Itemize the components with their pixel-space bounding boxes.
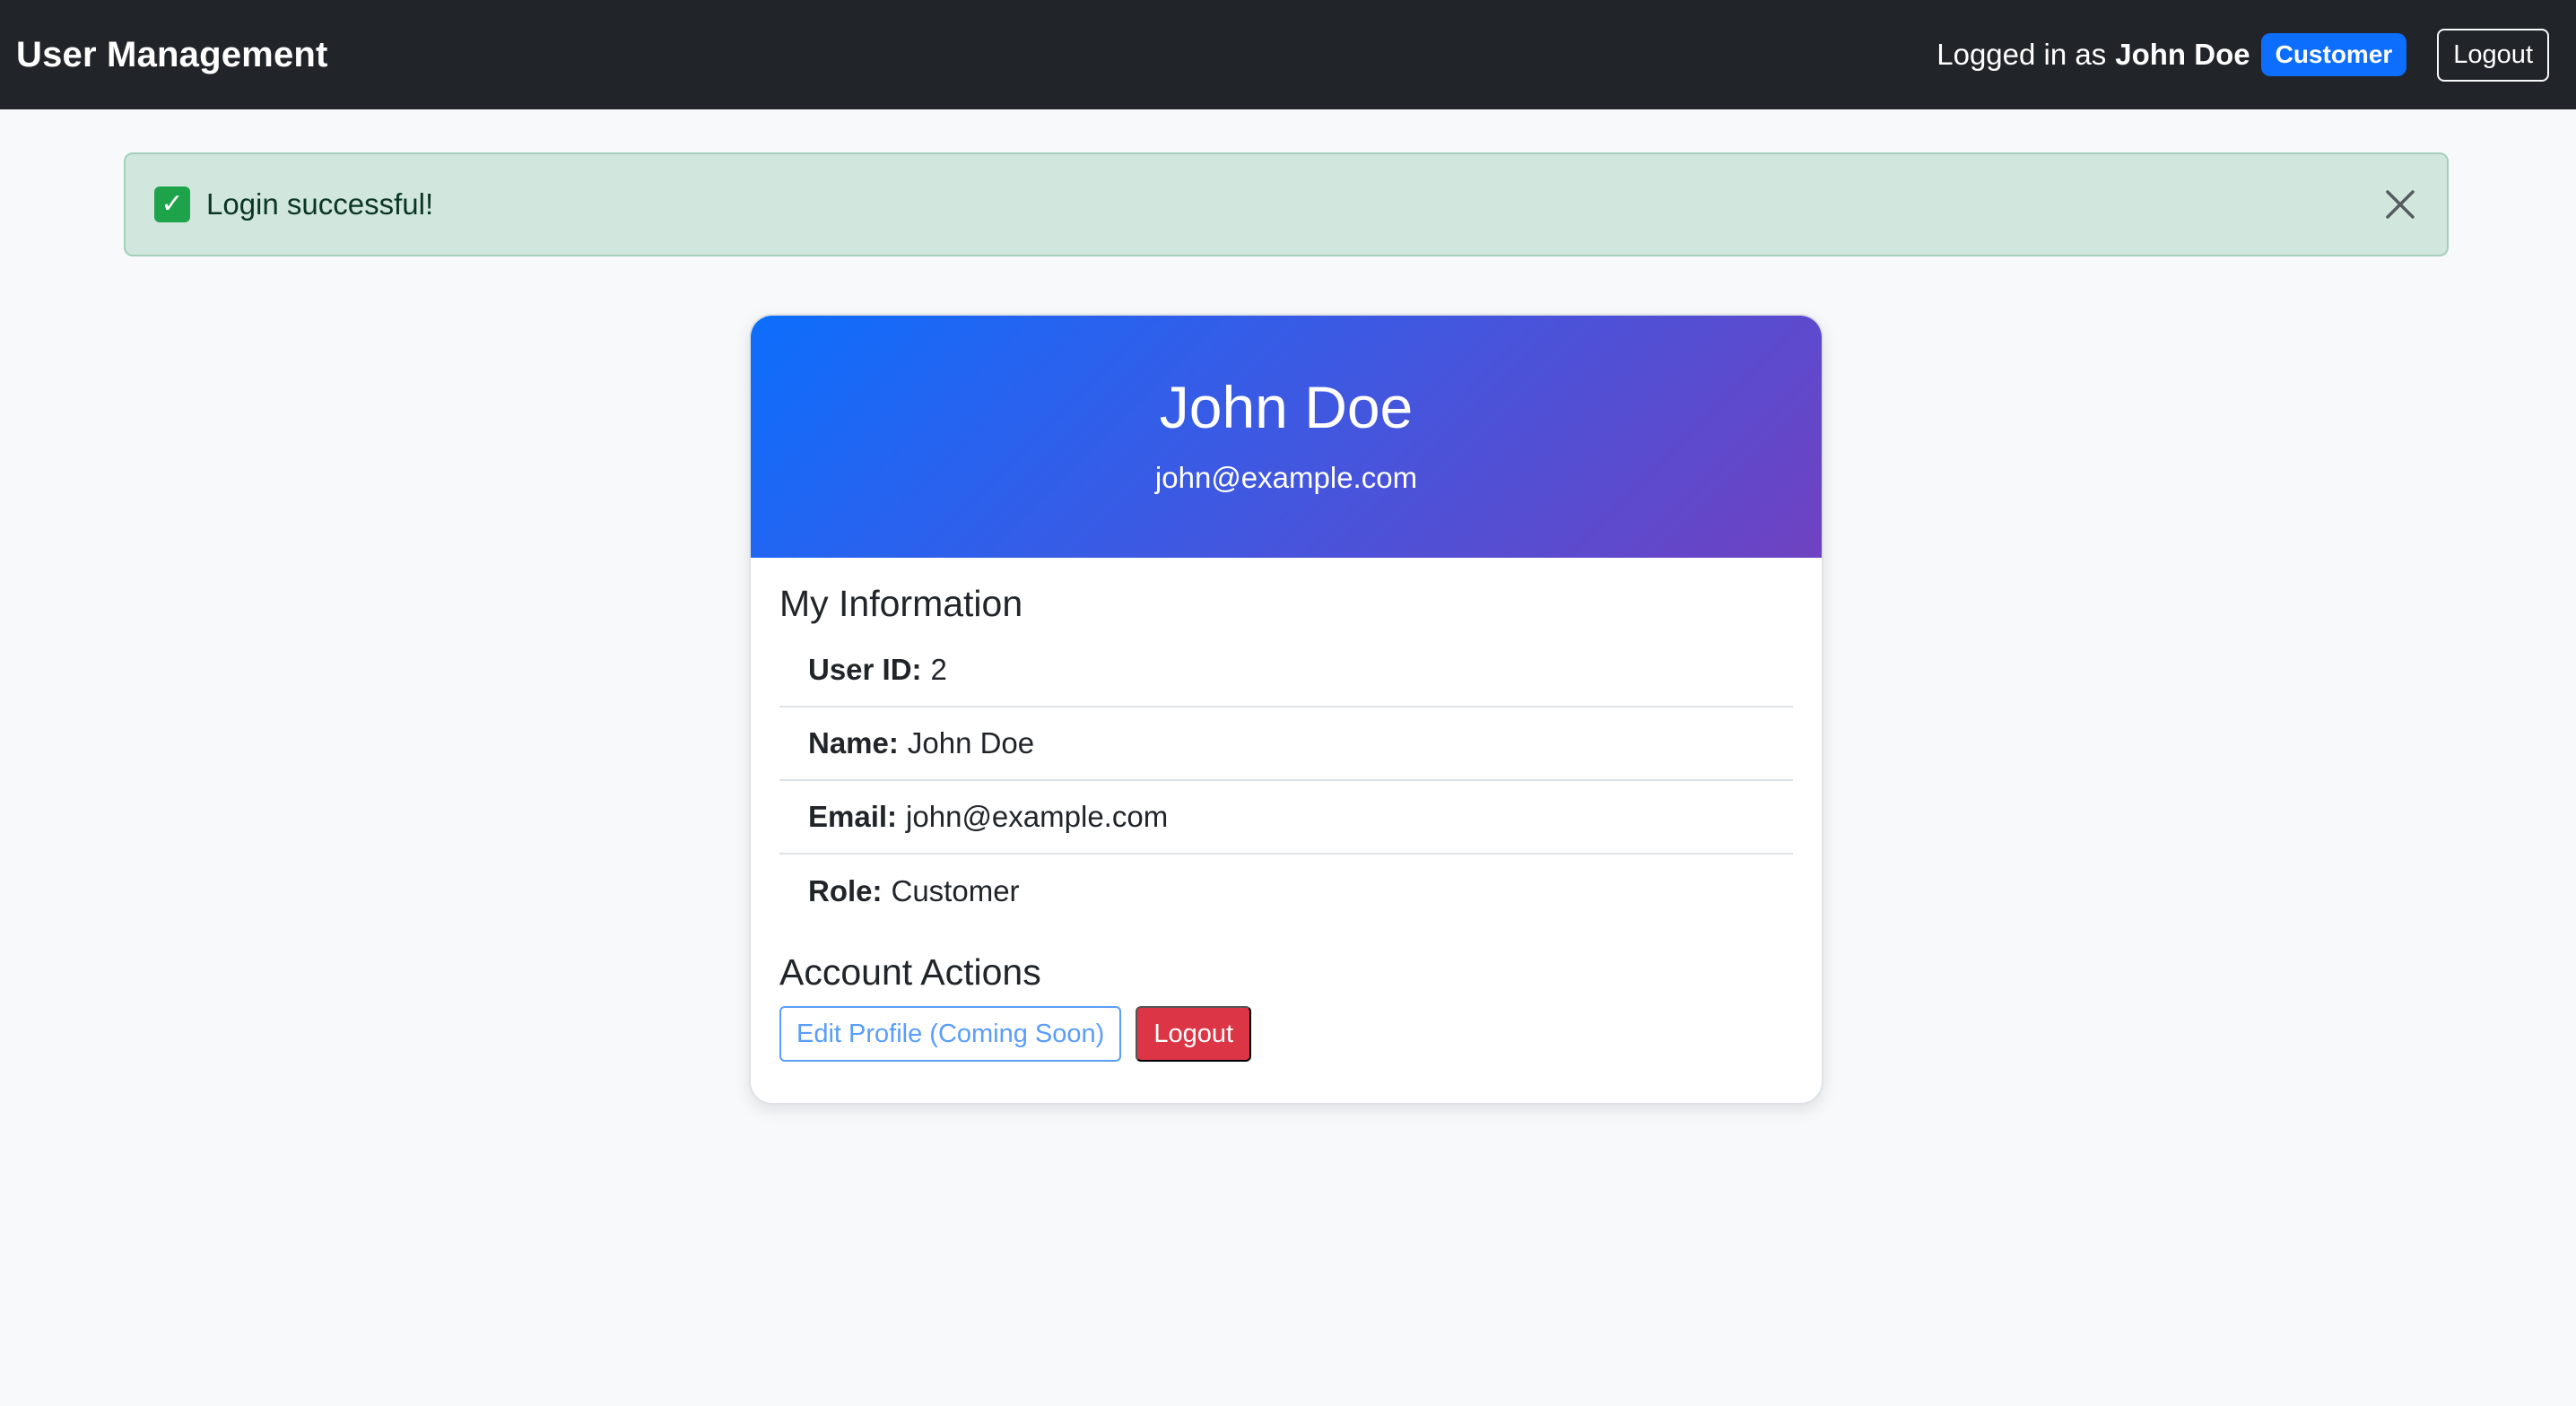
alert-message: Login successful! <box>206 187 434 221</box>
app-brand[interactable]: User Management <box>16 35 328 75</box>
logged-in-text: Logged in as John Doe Customer <box>1936 33 2407 76</box>
info-value: John Doe <box>907 726 1035 759</box>
info-label: Name: <box>808 726 899 759</box>
info-value: Customer <box>891 874 1020 907</box>
info-item-role: Role: Customer <box>779 855 1793 928</box>
info-label: Role: <box>808 874 883 907</box>
profile-card: John Doe john@example.com My Information… <box>749 314 1823 1105</box>
profile-email: john@example.com <box>1154 461 1418 494</box>
info-list: User ID: 2 Name: John Doe Email: john@ex… <box>779 634 1793 928</box>
profile-name: John Doe <box>1159 374 1414 440</box>
account-actions: Edit Profile (Coming Soon) Logout <box>779 1006 1793 1062</box>
navbar-logout-button[interactable]: Logout <box>2437 28 2549 82</box>
logged-in-prefix: Logged in as <box>1936 38 2107 71</box>
role-badge: Customer <box>2260 33 2407 76</box>
success-alert: ✓ Login successful! <box>124 152 2449 256</box>
info-item-user-id: User ID: 2 <box>779 634 1793 707</box>
info-label: User ID: <box>808 653 922 686</box>
profile-card-body: My Information User ID: 2 Name: John Doe… <box>751 558 1822 1062</box>
info-value: john@example.com <box>906 800 1169 833</box>
check-mark-icon: ✓ <box>154 187 190 222</box>
profile-card-header: John Doe john@example.com <box>751 316 1822 558</box>
logout-button[interactable]: Logout <box>1136 1006 1252 1062</box>
info-label: Email: <box>808 800 898 833</box>
my-information-heading: My Information <box>779 583 1023 624</box>
top-navbar: User Management Logged in as John Doe Cu… <box>0 0 2576 109</box>
edit-profile-button[interactable]: Edit Profile (Coming Soon) <box>779 1006 1122 1062</box>
navbar-user-area: Logged in as John Doe Customer Logout <box>1936 28 2549 82</box>
info-value: 2 <box>930 653 947 686</box>
info-item-email: Email: john@example.com <box>779 781 1793 855</box>
close-icon[interactable] <box>2380 185 2420 224</box>
account-actions-heading: Account Actions <box>779 951 1041 993</box>
logged-in-user-name: John Doe <box>2115 38 2250 71</box>
info-item-name: Name: John Doe <box>779 707 1793 781</box>
close-icon-svg <box>2386 190 2415 219</box>
